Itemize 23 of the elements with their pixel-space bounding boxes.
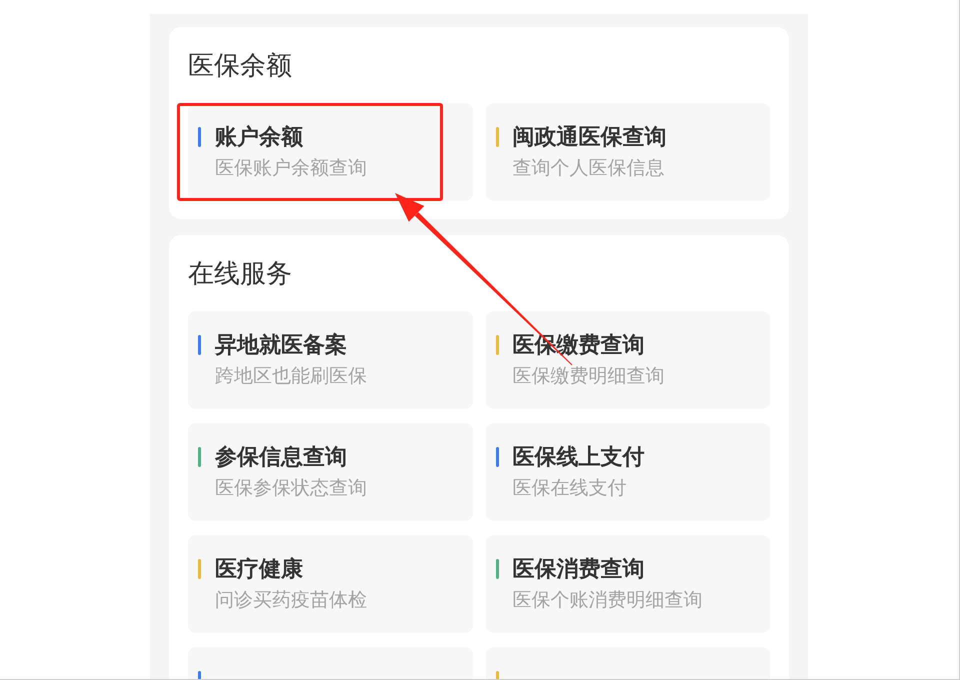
service-tile[interactable]: 医保线上支付 医保在线支付 [486,423,770,521]
tile-subtitle: 医保在线支付 [512,477,626,501]
service-tile[interactable]: 闽政通医保查询 查询个人医保信息 [486,103,770,201]
service-tile[interactable]: 医疗健康 问诊买药疫苗体检 [188,535,472,633]
service-tile[interactable]: 异地就医备案 跨地区也能刷医保 [188,311,472,409]
tile-subtitle: 问诊买药疫苗体检 [215,589,367,613]
tile-title: 医疗健康 [215,556,303,582]
tile-subtitle: 医保个账消费明细查询 [512,589,702,613]
tile-title: 异地就医备案 [215,332,347,358]
tile-subtitle: 医保缴费明细查询 [512,365,664,389]
service-tile[interactable]: 医保消费查询 医保个账消费明细查询 [486,535,770,633]
tile-subtitle: 跨地区也能刷医保 [215,365,367,389]
tile-title: 闽政通医保查询 [512,124,666,150]
tile-title: 账户余额 [215,124,303,150]
service-tile[interactable]: 参保信息查询 医保参保状态查询 [188,423,472,521]
tile-subtitle: 医保参保状态查询 [215,477,367,501]
tile-subtitle: 医保账户余额查询 [215,157,367,181]
tile-subtitle: 查询个人医保信息 [512,157,664,181]
tile-title: 参保信息查询 [215,444,347,470]
section-heading: 在线服务 [188,257,292,290]
tile-title: 医保消费查询 [512,556,644,582]
section-heading: 医保余额 [188,49,292,82]
tile-title: 医保线上支付 [512,444,644,470]
